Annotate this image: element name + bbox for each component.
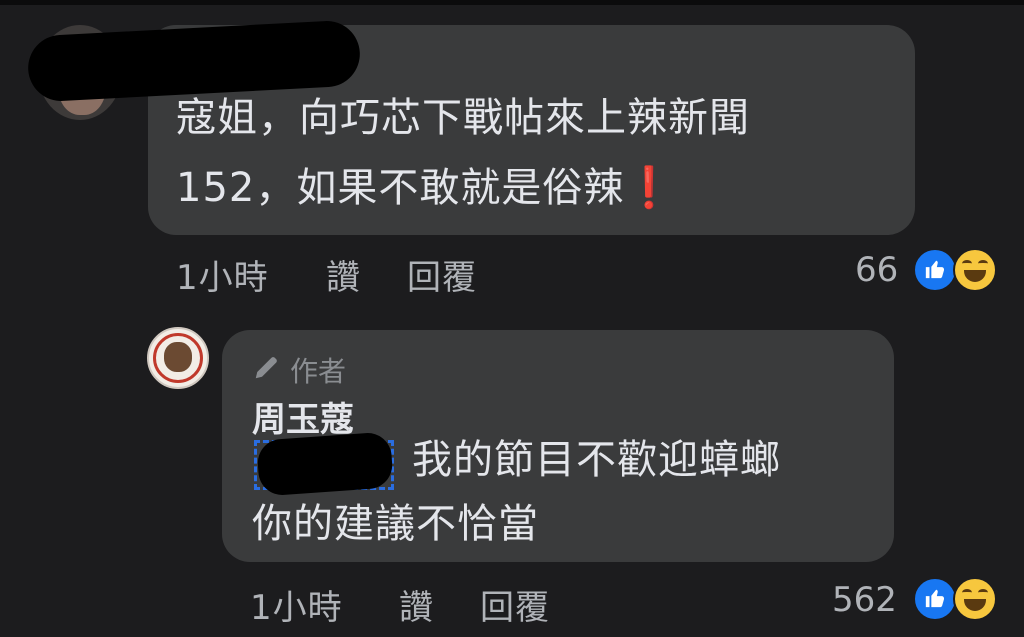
haha-icon[interactable] bbox=[953, 248, 997, 292]
like-icon[interactable] bbox=[913, 577, 957, 621]
comment-thread: 寇姐，向巧芯下戰帖來上辣新聞 152，如果不敢就是俗辣❗ 1小時 讚 回覆 66… bbox=[0, 0, 1024, 637]
haha-eye-right bbox=[978, 260, 988, 267]
comment-text: 寇姐，向巧芯下戰帖來上辣新聞 152，如果不敢就是俗辣❗ bbox=[176, 83, 896, 223]
haha-mouth bbox=[964, 599, 986, 611]
comment-text-line-1: 寇姐，向巧芯下戰帖來上辣新聞 bbox=[176, 95, 750, 141]
pencil-icon bbox=[255, 357, 277, 379]
reply-reply-link[interactable]: 回覆 bbox=[480, 580, 550, 629]
haha-icon[interactable] bbox=[953, 577, 997, 621]
reply-like-link[interactable]: 讚 bbox=[399, 580, 434, 629]
thumbs-up-glyph bbox=[925, 260, 945, 279]
haha-eye-right bbox=[978, 589, 988, 596]
comment-reply-link[interactable]: 回覆 bbox=[407, 250, 477, 299]
like-icon[interactable] bbox=[913, 248, 957, 292]
haha-mouth bbox=[964, 270, 986, 282]
avatar-capybara bbox=[164, 342, 192, 372]
redacted-mention bbox=[256, 431, 394, 497]
author-badge-label: 作者 bbox=[290, 355, 347, 388]
comment-timestamp[interactable]: 1小時 bbox=[176, 250, 269, 299]
haha-eye-left bbox=[962, 589, 972, 596]
exclamation-icon: ❗ bbox=[624, 165, 676, 211]
reply-reaction-count[interactable]: 562 bbox=[832, 580, 897, 620]
author-avatar[interactable] bbox=[147, 327, 209, 389]
comment-reaction-count[interactable]: 66 bbox=[855, 250, 898, 290]
haha-eye-left bbox=[962, 260, 972, 267]
reply-timestamp[interactable]: 1小時 bbox=[250, 580, 343, 629]
comment-text-line-2: 152，如果不敢就是俗辣 bbox=[176, 165, 625, 211]
thumbs-up-glyph bbox=[925, 589, 945, 608]
reply-text-line-2: 你的建議不恰當 bbox=[252, 501, 539, 547]
comment-like-link[interactable]: 讚 bbox=[326, 250, 361, 299]
author-name[interactable]: 周玉蔻 bbox=[252, 392, 354, 441]
top-edge bbox=[0, 0, 1024, 5]
reply-text-line-1: 我的節目不歡迎蟑螂 bbox=[412, 437, 781, 483]
